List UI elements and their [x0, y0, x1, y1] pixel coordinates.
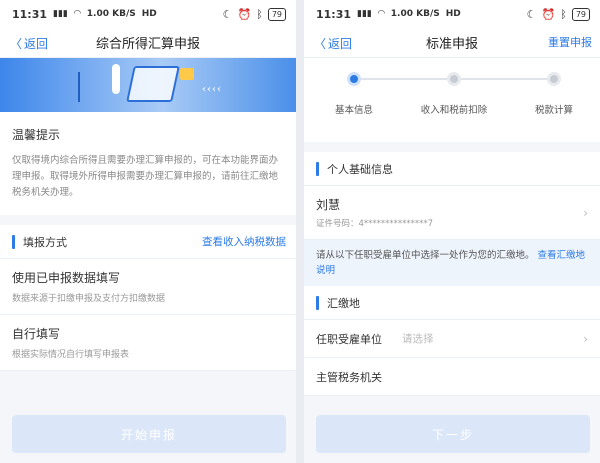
battery-level: 79	[267, 7, 286, 21]
back-label: 返回	[24, 36, 49, 51]
status-bar: 11:31 ▮▮▮ ◠ 1.00 KB/S HD ☾ ⏰ ᛒ 79	[0, 0, 296, 28]
alarm-icon: ⏰	[237, 7, 252, 21]
field-placeholder: 请选择	[402, 333, 434, 345]
field-label: 任职受雇单位	[316, 332, 382, 346]
chevron-right-icon: ›	[583, 331, 588, 346]
step-dot-3	[547, 72, 561, 86]
section-marker	[316, 161, 319, 176]
signal-icon: ▮▮▮	[53, 9, 68, 19]
arrows-icon: ‹‹‹‹	[202, 84, 222, 95]
screen-illustration	[126, 66, 180, 102]
network-speed: 1.00 KB/S	[86, 9, 136, 19]
clock: 11:31	[12, 7, 48, 21]
step-label-1: 基本信息	[334, 105, 374, 116]
back-label: 返回	[328, 36, 353, 51]
personal-info-row[interactable]: 刘慧 证件号码：4***************7 ›	[304, 186, 600, 240]
section-label: 个人基础信息	[327, 162, 393, 176]
back-button[interactable]: 〈 返回	[10, 28, 48, 58]
divider	[296, 0, 304, 463]
chevron-left-icon: 〈	[314, 36, 327, 51]
moon-icon: ☾	[526, 7, 537, 21]
notice-text: 请从以下任职受雇单位中选择一处作为您的汇缴地。	[316, 250, 535, 261]
step-label-2: 收入和税前扣除	[420, 105, 488, 116]
bluetooth-icon: ᛒ	[256, 7, 263, 21]
tips-card: 温馨提示 仅取得境内综合所得且需要办理汇算申报的，可在本功能界面办理申报。取得境…	[0, 112, 296, 215]
bluetooth-icon: ᛒ	[560, 7, 567, 21]
chevron-right-icon: ›	[583, 205, 588, 220]
section-label: 汇缴地	[327, 296, 360, 310]
option-subtitle: 根据实际情况自行填写申报表	[12, 350, 130, 360]
start-declaration-button[interactable]: 开始申报	[12, 415, 286, 453]
hd-indicator: HD	[141, 9, 157, 19]
notice-box: 请从以下任职受雇单位中选择一处作为您的汇缴地。 查看汇缴地说明	[304, 240, 600, 286]
nav-bar: 〈 返回 标准申报 重置申报	[304, 28, 600, 58]
alarm-icon: ⏰	[541, 7, 556, 21]
battery-level: 79	[571, 7, 590, 21]
status-bar: 11:31 ▮▮▮ ◠ 1.00 KB/S HD ☾ ⏰ ᛒ 79	[304, 0, 600, 28]
employer-select[interactable]: 任职受雇单位 请选择 ›	[304, 320, 600, 358]
plant-icon	[78, 72, 92, 102]
person-id: 证件号码：4***************7	[316, 219, 434, 229]
step-label-3: 税款计算	[534, 105, 574, 116]
nav-bar: 〈 返回 综合所得汇算申报	[0, 28, 296, 58]
next-step-button[interactable]: 下一步	[316, 415, 590, 453]
option-title: 自行填写	[12, 327, 61, 341]
option-self-fill[interactable]: 自行填写 根据实际情况自行填写申报表	[0, 315, 296, 371]
network-speed: 1.00 KB/S	[390, 9, 440, 19]
signal-icon: ▮▮▮	[357, 9, 372, 19]
tax-authority-field[interactable]: 主管税务机关	[304, 358, 600, 396]
chevron-left-icon: 〈	[10, 36, 23, 51]
left-screen: 11:31 ▮▮▮ ◠ 1.00 KB/S HD ☾ ⏰ ᛒ 79 〈 返回 综…	[0, 0, 296, 463]
option-use-declared-data[interactable]: 使用已申报数据填写 数据来源于扣缴申报及支付方扣缴数据	[0, 259, 296, 315]
view-income-data-link[interactable]: 查看收入纳税数据	[202, 234, 286, 249]
fill-method-header: 填报方式 查看收入纳税数据	[0, 225, 296, 259]
person-illustration	[112, 64, 120, 94]
wifi-icon: ◠	[377, 9, 385, 19]
option-title: 使用已申报数据填写	[12, 271, 121, 285]
badge-icon	[180, 68, 194, 80]
moon-icon: ☾	[222, 7, 233, 21]
section-marker	[316, 295, 319, 310]
person-name: 刘慧	[316, 198, 341, 212]
hd-indicator: HD	[445, 9, 461, 19]
section-marker	[12, 234, 15, 249]
back-button[interactable]: 〈 返回	[314, 28, 352, 58]
remittance-header: 汇缴地	[304, 286, 600, 320]
section-label: 填报方式	[23, 235, 67, 249]
clock: 11:31	[316, 7, 352, 21]
tips-body: 仅取得境内综合所得且需要办理汇算申报的，可在本功能界面办理申报。取得境外所得申报…	[12, 155, 279, 198]
reset-declaration-link[interactable]: 重置申报	[548, 28, 592, 58]
personal-info-header: 个人基础信息	[304, 152, 600, 186]
right-screen: 11:31 ▮▮▮ ◠ 1.00 KB/S HD ☾ ⏰ ᛒ 79 〈 返回 标…	[304, 0, 600, 463]
tips-title: 温馨提示	[12, 128, 61, 142]
field-label: 主管税务机关	[316, 370, 382, 384]
progress-steps: 基本信息 收入和税前扣除 税款计算	[304, 58, 600, 142]
step-dot-1	[347, 72, 361, 86]
banner-illustration: ‹‹‹‹	[0, 58, 296, 112]
option-subtitle: 数据来源于扣缴申报及支付方扣缴数据	[12, 294, 166, 304]
wifi-icon: ◠	[73, 9, 81, 19]
step-dot-2	[447, 72, 461, 86]
